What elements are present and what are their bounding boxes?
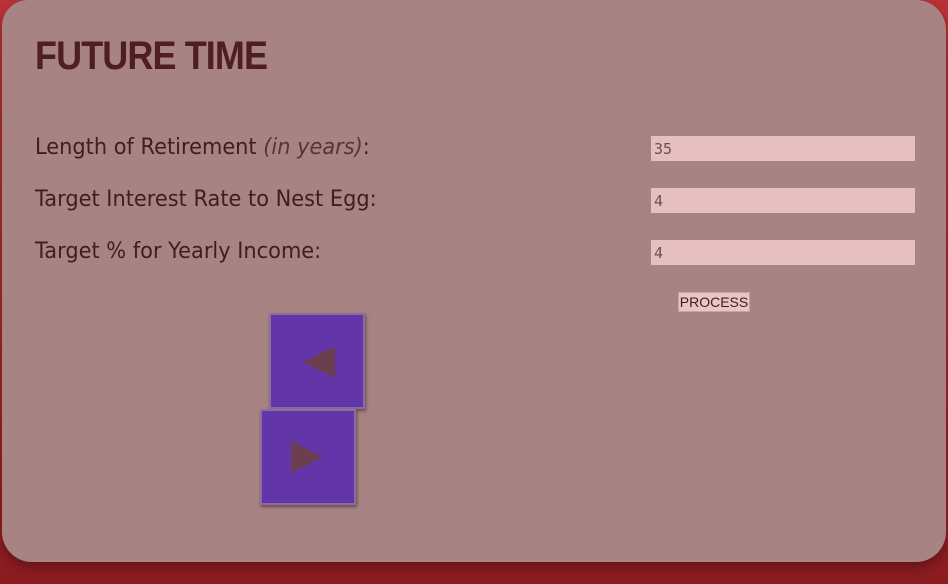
retirement-length-hint: (in years) [263,135,363,160]
page-title: FUTURE TIME [35,34,268,78]
process-button[interactable]: PROCESS [678,292,750,312]
retirement-length-input[interactable] [651,136,915,161]
interest-rate-input[interactable] [651,188,915,213]
triangle-right-icon [291,441,323,473]
retirement-length-label: Length of Retirement (in years): [35,135,370,160]
previous-button[interactable] [269,313,365,409]
retirement-length-label-suffix: : [362,135,370,160]
main-panel: FUTURE TIME Length of Retirement (in yea… [2,0,946,562]
triangle-left-icon [303,346,335,378]
yearly-income-input[interactable] [651,240,915,265]
interest-rate-label: Target Interest Rate to Nest Egg: [35,187,377,212]
retirement-length-label-text: Length of Retirement [35,135,264,160]
yearly-income-label: Target % for Yearly Income: [35,239,322,264]
next-button[interactable] [260,409,356,505]
